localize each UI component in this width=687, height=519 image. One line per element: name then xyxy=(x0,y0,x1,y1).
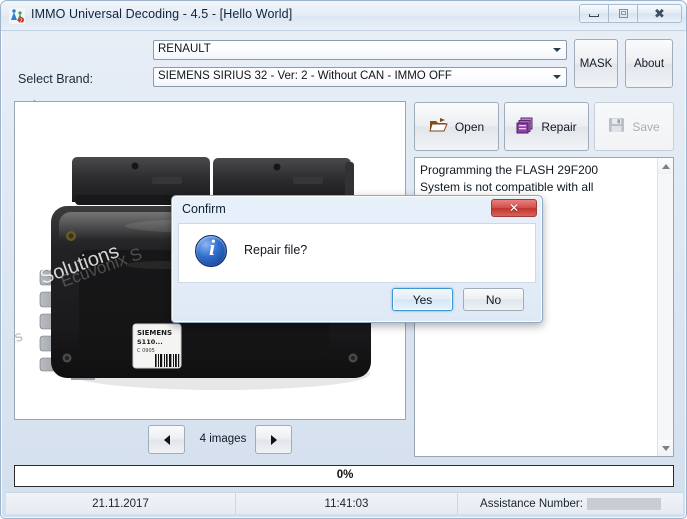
chevron-down-icon xyxy=(549,69,565,85)
minimize-icon xyxy=(589,14,599,17)
window-controls: ✖ xyxy=(579,4,682,23)
about-button-label: About xyxy=(633,57,665,70)
previous-image-button[interactable] xyxy=(148,425,185,454)
open-button-label: Open xyxy=(454,119,485,134)
floppy-disk-icon xyxy=(608,117,625,136)
chevron-up-icon xyxy=(662,163,670,169)
dialog-title: Confirm xyxy=(182,202,226,216)
status-assistance: Assistance Number: xyxy=(458,493,683,515)
close-button[interactable]: ✖ xyxy=(637,4,682,23)
save-button-label: Save xyxy=(632,119,660,134)
svg-text:SIEMENS: SIEMENS xyxy=(137,329,172,337)
status-date: 21.11.2017 xyxy=(6,493,236,515)
repair-stack-icon xyxy=(516,117,534,137)
dialog-yes-button[interactable]: Yes xyxy=(392,288,453,311)
about-button[interactable]: About xyxy=(625,39,673,88)
svg-text:C 0905: C 0905 xyxy=(137,348,155,354)
minimize-button[interactable] xyxy=(579,4,608,23)
immo-app-icon: 2 xyxy=(9,8,25,25)
info-icon xyxy=(195,235,228,267)
assistance-number-label: Assistance Number: xyxy=(480,498,583,510)
save-button: Save xyxy=(594,102,674,151)
system-dropdown[interactable]: SIEMENS SIRIUS 32 - Ver: 2 - Without CAN… xyxy=(153,67,567,87)
app-window: 2 IMMO Universal Decoding - 4.5 - [Hello… xyxy=(0,0,687,519)
dialog-no-button[interactable]: No xyxy=(463,288,524,311)
maximize-button[interactable] xyxy=(608,4,637,23)
dialog-footer: Yes No xyxy=(178,283,536,317)
svg-text:S110...: S110... xyxy=(137,338,163,346)
dialog-body: Repair file? xyxy=(178,223,536,283)
svg-text:2: 2 xyxy=(19,19,22,25)
chevron-right-icon xyxy=(270,434,277,445)
dialog-no-label: No xyxy=(485,292,502,307)
chevron-down-icon xyxy=(549,42,565,58)
progress-label: 0% xyxy=(336,469,354,481)
close-icon: ✕ xyxy=(508,200,520,215)
log-text: Programming the FLASH 29F200 System is n… xyxy=(420,163,599,194)
image-count-label: 4 images xyxy=(199,433,247,445)
window-title: IMMO Universal Decoding - 4.5 - [Hello W… xyxy=(31,7,293,21)
image-nav-row: 4 images xyxy=(14,425,406,457)
maximize-icon xyxy=(618,9,628,18)
dialog-close-button[interactable]: ✕ xyxy=(491,199,537,217)
title-bar: 2 IMMO Universal Decoding - 4.5 - [Hello… xyxy=(1,1,686,31)
open-button[interactable]: Open xyxy=(414,102,499,151)
confirm-dialog: Confirm ✕ Repair file? Yes No xyxy=(171,195,543,323)
system-dropdown-value: SIEMENS SIRIUS 32 - Ver: 2 - Without CAN… xyxy=(158,70,452,82)
repair-button[interactable]: Repair xyxy=(504,102,589,151)
mask-button-label: MASK xyxy=(579,57,613,70)
scroll-down-button[interactable] xyxy=(658,440,673,456)
brand-dropdown[interactable]: RENAULT xyxy=(153,40,567,60)
repair-button-label: Repair xyxy=(541,119,577,134)
dialog-yes-label: Yes xyxy=(412,292,433,307)
select-brand-label: Select Brand: xyxy=(18,72,94,86)
folder-open-icon xyxy=(429,117,448,136)
dialog-message: Repair file? xyxy=(244,243,308,257)
brand-dropdown-value: RENAULT xyxy=(158,43,211,55)
assistance-number-value xyxy=(586,498,661,510)
status-bar: 21.11.2017 11:41:03 Assistance Number: xyxy=(6,492,683,515)
scroll-up-button[interactable] xyxy=(658,158,673,174)
progress-bar: 0% xyxy=(14,465,674,487)
mask-button[interactable]: MASK xyxy=(574,39,618,88)
log-scrollbar[interactable] xyxy=(657,158,673,456)
status-time: 11:41:03 xyxy=(236,493,458,515)
next-image-button[interactable] xyxy=(255,425,292,454)
chevron-left-icon xyxy=(163,434,170,445)
chevron-down-icon xyxy=(662,445,670,451)
close-icon: ✖ xyxy=(654,6,665,21)
